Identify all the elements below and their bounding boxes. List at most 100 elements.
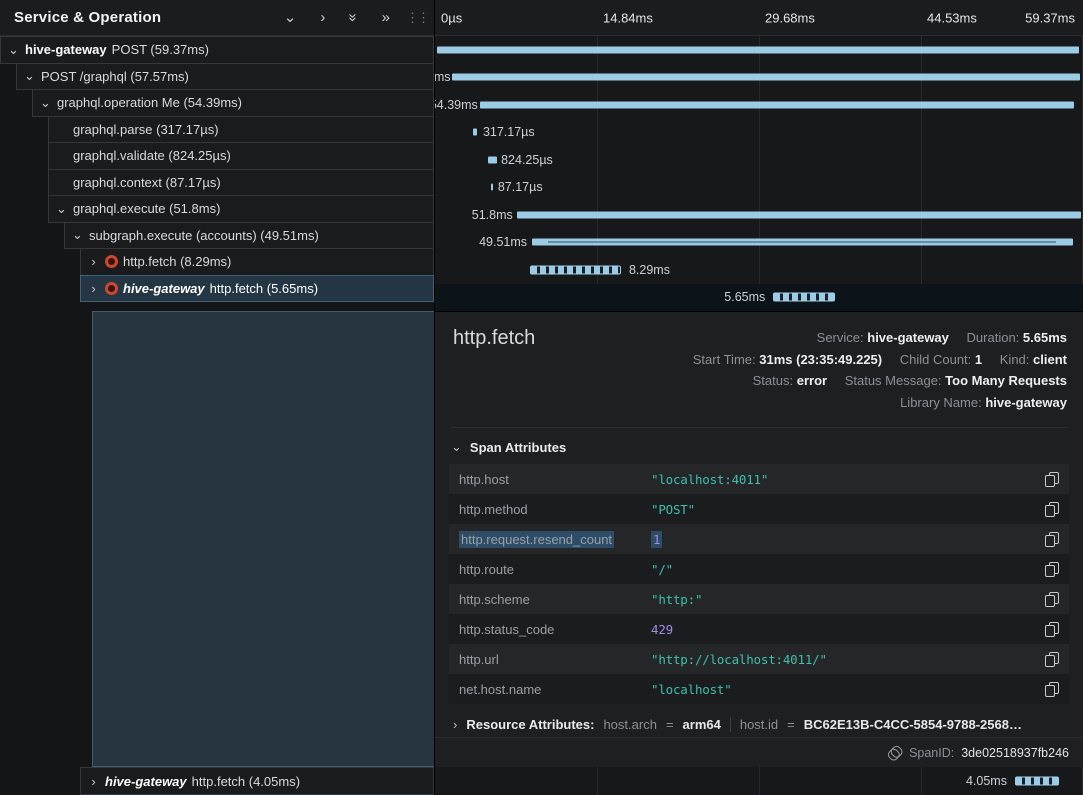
attribute-row: http.url "http://localhost:4011/"	[449, 644, 1069, 674]
section-title: Resource Attributes:	[466, 717, 594, 732]
attribute-row-selected: http.request.resend_count 1	[449, 524, 1069, 554]
resource-attributes-section-header[interactable]: › Resource Attributes: host.arch = arm64…	[435, 704, 1083, 732]
span-tree: ⌄ hive-gateway POST (59.37ms) ⌄ POST /gr…	[0, 36, 434, 302]
attribute-key: http.route	[459, 562, 651, 577]
chevron-down-icon[interactable]: ⌄	[23, 68, 36, 84]
chevron-down-icon[interactable]: ⌄	[55, 201, 68, 217]
timeline-row: 8.29ms	[435, 256, 1083, 284]
copy-icon[interactable]	[1045, 502, 1059, 517]
meta-value: 5.65ms	[1023, 330, 1067, 345]
span-bar[interactable]	[437, 46, 1079, 53]
chevron-down-icon[interactable]: ⌄	[39, 95, 52, 111]
span-bar[interactable]	[530, 265, 621, 274]
double-chevron-down-icon[interactable]: »	[346, 13, 361, 21]
span-row[interactable]: graphql.context (87.17µs)	[48, 169, 434, 197]
span-row[interactable]: graphql.validate (824.25µs)	[48, 142, 434, 170]
copy-icon[interactable]	[1045, 622, 1059, 637]
span-row-root[interactable]: ⌄ hive-gateway POST (59.37ms)	[0, 36, 434, 64]
service-name: hive-gateway	[25, 42, 107, 57]
span-label: http.fetch (4.05ms)	[192, 774, 300, 789]
span-bar[interactable]	[491, 184, 493, 191]
attribute-key: http.scheme	[459, 592, 651, 607]
chevron-right-icon[interactable]: ›	[87, 254, 100, 269]
timeline-row: 51.8ms	[435, 201, 1083, 229]
double-chevron-right-icon[interactable]: »	[382, 10, 390, 25]
span-duration-label: 317.17µs	[483, 125, 535, 139]
chevron-down-icon[interactable]: ⌄	[284, 10, 297, 25]
span-row[interactable]: › http.fetch (8.29ms)	[80, 248, 434, 276]
copy-icon[interactable]	[1045, 532, 1059, 547]
meta-line: Library Name: hive-gateway	[535, 392, 1067, 414]
meta-value: error	[797, 373, 827, 388]
span-tree-panel: Service & Operation ⌄ › » » ⋮⋮ ⌄ hive-ga…	[0, 0, 435, 795]
resource-key: host.arch	[603, 717, 656, 732]
span-label: graphql.parse (317.17µs)	[73, 122, 219, 137]
span-label: graphql.validate (824.25µs)	[73, 148, 231, 163]
span-duration-label: 57.57ms	[435, 70, 451, 84]
span-bar[interactable]	[532, 239, 1072, 246]
chevron-down-icon[interactable]: ⌄	[7, 42, 20, 58]
span-label: graphql.execute (51.8ms)	[73, 201, 220, 216]
span-row[interactable]: ⌄ graphql.operation Me (54.39ms)	[32, 89, 434, 117]
chevron-right-icon[interactable]: ›	[453, 717, 457, 732]
span-row[interactable]: graphql.parse (317.17µs)	[48, 116, 434, 144]
span-bar[interactable]	[517, 211, 1081, 218]
service-name: hive-gateway	[123, 281, 205, 296]
meta-label: Child Count:	[900, 352, 972, 367]
resource-key: host.id	[740, 717, 778, 732]
span-bar[interactable]	[488, 156, 497, 163]
selected-span-subtree-area	[92, 311, 434, 767]
span-row[interactable]: ⌄ subgraph.execute (accounts) (49.51ms)	[64, 222, 434, 250]
meta-value: client	[1033, 352, 1067, 367]
span-bar[interactable]	[480, 101, 1074, 108]
meta-label: Kind:	[1000, 352, 1030, 367]
chevron-down-icon[interactable]: ⌄	[71, 227, 84, 243]
span-row[interactable]: ⌄ graphql.execute (51.8ms)	[48, 195, 434, 223]
panel-resize-handle[interactable]: ⋮⋮	[406, 10, 428, 26]
resource-value: arm64	[683, 717, 721, 732]
timeline-rows: 57.57ms 54.39ms 317.17µs 824.25µs 87.17µ…	[435, 36, 1083, 311]
chevron-down-icon[interactable]: ⌄	[451, 439, 462, 455]
chevron-right-icon[interactable]: ›	[320, 10, 325, 25]
attribute-value: "localhost"	[651, 682, 1045, 697]
section-title: Span Attributes	[470, 440, 566, 455]
span-bar[interactable]	[1015, 777, 1059, 786]
copy-icon[interactable]	[1045, 682, 1059, 697]
tree-toolbar: ⌄ › » »	[284, 10, 390, 25]
copy-icon[interactable]	[1045, 652, 1059, 667]
span-bar[interactable]	[452, 74, 1081, 81]
copy-icon[interactable]	[1045, 472, 1059, 487]
axis-tick-label: 14.84ms	[603, 10, 653, 25]
attribute-row: net.host.name "localhost"	[449, 674, 1069, 704]
panel-title: Service & Operation	[14, 9, 284, 26]
span-bar[interactable]	[773, 293, 835, 302]
copy-icon[interactable]	[1045, 592, 1059, 607]
span-attributes-table: http.host "localhost:4011" http.method "…	[449, 464, 1069, 704]
meta-label: Start Time:	[693, 352, 756, 367]
span-label: subgraph.execute (accounts) (49.51ms)	[89, 228, 319, 243]
timeline-panel: 0µs 14.84ms 29.68ms 44.53ms 59.37ms 57.5…	[435, 0, 1083, 795]
span-duration-label: 8.29ms	[629, 263, 670, 277]
span-id-label: SpanID:	[909, 746, 954, 760]
span-row[interactable]: ⌄ POST /graphql (57.57ms)	[16, 63, 434, 91]
timeline-row: 54.39ms	[435, 91, 1083, 119]
span-duration-label: 87.17µs	[498, 180, 543, 194]
span-row[interactable]: › hive-gateway http.fetch (4.05ms)	[80, 767, 434, 795]
span-label: POST (59.37ms)	[112, 42, 209, 57]
resource-value: BC62E13B-C4CC-5854-9788-2568…	[804, 717, 1022, 732]
span-duration-label: 54.39ms	[435, 98, 478, 112]
chevron-right-icon[interactable]: ›	[87, 774, 100, 789]
span-bar[interactable]	[473, 129, 477, 136]
span-detail-footer: SpanID: 3de02518937fb246	[435, 737, 1083, 767]
meta-label: Library Name:	[900, 395, 982, 410]
error-status-icon	[105, 255, 118, 268]
service-name: hive-gateway	[105, 774, 187, 789]
span-attributes-section-header[interactable]: ⌄ Span Attributes	[435, 430, 1083, 462]
span-row-selected[interactable]: › hive-gateway http.fetch (5.65ms)	[80, 275, 434, 303]
copy-icon[interactable]	[1045, 562, 1059, 577]
timeline-row: 49.51ms	[435, 229, 1083, 257]
meta-label: Service:	[817, 330, 864, 345]
attribute-key: http.url	[459, 652, 651, 667]
link-icon[interactable]	[886, 744, 903, 761]
chevron-right-icon[interactable]: ›	[87, 281, 100, 296]
